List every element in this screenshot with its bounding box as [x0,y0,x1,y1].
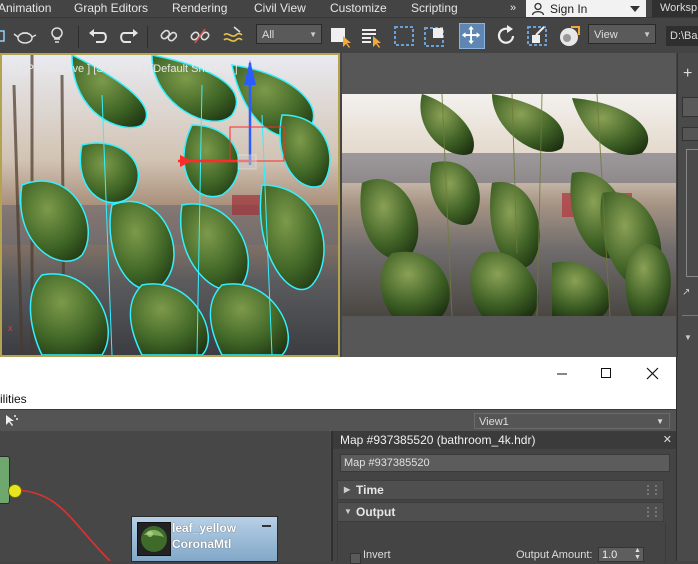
select-and-link-icon[interactable] [156,23,182,49]
invert-checkbox[interactable] [350,553,361,564]
project-path-field[interactable]: D:\Ba [666,26,698,46]
toolbar-divider [147,26,148,48]
viewport-perspective[interactable]: x [+] [Perspective ] [Standard ] [Defaul… [0,53,340,357]
rollout-time-label: Time [356,483,384,497]
menu-animation[interactable]: Animation [0,0,51,17]
viewport-render-preview[interactable] [342,53,676,357]
slate-menu-bar: ilities [0,391,676,409]
sign-in-label: Sign In [550,2,588,16]
select-object-icon[interactable] [327,23,353,49]
maximize-icon[interactable] [600,367,612,379]
link-icon[interactable] [0,23,12,49]
bind-to-space-warp-icon[interactable] [220,23,246,49]
select-tool-icon[interactable] [4,413,18,427]
selection-filter-dropdown[interactable]: All ▼ [256,24,322,44]
view-tab-label: View1 [479,416,509,428]
selection-filter-value: All [262,29,275,41]
teapot-icon[interactable] [12,23,38,49]
close-icon[interactable]: ✕ [663,431,672,449]
rectangular-selection-icon[interactable] [391,23,417,49]
create-plus-icon[interactable]: + [683,65,692,83]
material-node-name: leaf_yellow [172,521,237,535]
reference-coordinate-dropdown[interactable]: View ▼ [588,24,656,44]
rollout-output[interactable]: ▼ Output [337,502,664,522]
reference-coordinate-value: View [594,29,618,41]
toolbar-divider [78,26,79,48]
rollout-grip-icon [647,507,657,517]
chevron-down-icon: ▼ [309,30,317,39]
menu-rendering[interactable]: Rendering [172,0,227,17]
slate-toolbar: View1 ▼ [0,409,676,432]
output-amount-spinner[interactable]: ▲ ▼ [634,547,641,561]
rollout-collapse-icon[interactable]: ▼ [684,333,692,342]
svg-text:x: x [8,323,13,333]
material-node-type: CoronaMtl [172,537,232,551]
viewport-label[interactable]: [+] [Perspective ] [Standard ] [Default … [8,63,238,75]
invert-label: Invert [363,549,391,561]
menu-customize[interactable]: Customize [330,0,387,17]
select-by-name-icon[interactable] [358,23,384,49]
undo-icon[interactable] [85,23,111,49]
minimize-icon[interactable] [556,368,568,380]
select-and-move-icon[interactable] [459,23,485,49]
close-icon[interactable] [646,367,659,380]
chevron-down-icon: ▼ [656,417,664,426]
output-amount-label: Output Amount: [516,549,593,561]
chevron-right-icon: ▶ [344,485,351,494]
chevron-down-icon: ▼ [344,507,352,516]
select-and-scale-icon[interactable] [524,23,550,49]
perspective-render-image: x [2,55,338,355]
pin-stack-icon[interactable]: ↗ [682,287,690,298]
window-crossing-icon[interactable] [422,23,448,49]
parameter-editor: Map #937385520 (bathroom_4k.hdr) ✕ Map #… [331,431,678,564]
panel-divider [682,315,698,316]
object-name-field[interactable] [682,97,698,117]
view-tab-dropdown[interactable]: View1 ▼ [474,413,670,429]
rollout-grip-icon [647,485,657,495]
redo-icon[interactable] [116,23,142,49]
menu-graph-editors[interactable]: Graph Editors [74,0,148,17]
workspace-selector[interactable]: Worksp [652,0,698,17]
menu-scripting[interactable]: Scripting [411,0,458,17]
chevron-down-icon: ▼ [643,30,651,39]
map-name-field[interactable]: Map #937385520 [340,454,670,472]
unlink-selection-icon[interactable] [187,23,213,49]
panel-button[interactable] [682,127,698,141]
slate-material-editor-window: ilities View1 ▼ leaf_yellow CoronaMtl Ma… [0,357,698,564]
menu-utilities[interactable]: ilities [0,392,27,406]
menu-overflow-icon[interactable]: » [510,0,516,17]
material-node-leaf-yellow[interactable]: leaf_yellow CoronaMtl [131,516,278,562]
place-object-icon[interactable] [557,23,583,49]
modifier-stack-list[interactable] [686,149,698,277]
rollout-time[interactable]: ▶ Time [337,480,664,500]
slate-side-strip [676,357,698,561]
rollout-output-label: Output [356,505,396,519]
render-preview-image [342,93,676,317]
material-preview-thumbnail [137,522,171,556]
node-collapse-icon[interactable] [262,525,271,527]
lightbulb-icon[interactable] [44,23,70,49]
main-toolbar: All ▼ View ▼ D:\Ba [0,17,698,54]
user-icon [531,2,545,16]
chevron-down-icon [630,6,640,12]
select-and-rotate-icon[interactable] [493,23,519,49]
map-node-partial[interactable] [0,456,10,504]
window-title-bar [0,357,676,391]
parameter-editor-title: Map #937385520 (bathroom_4k.hdr) [333,431,678,449]
output-socket[interactable] [8,484,22,498]
menu-civil-view[interactable]: Civil View [254,0,306,17]
command-panel: + ↗ ▼ [677,53,698,357]
